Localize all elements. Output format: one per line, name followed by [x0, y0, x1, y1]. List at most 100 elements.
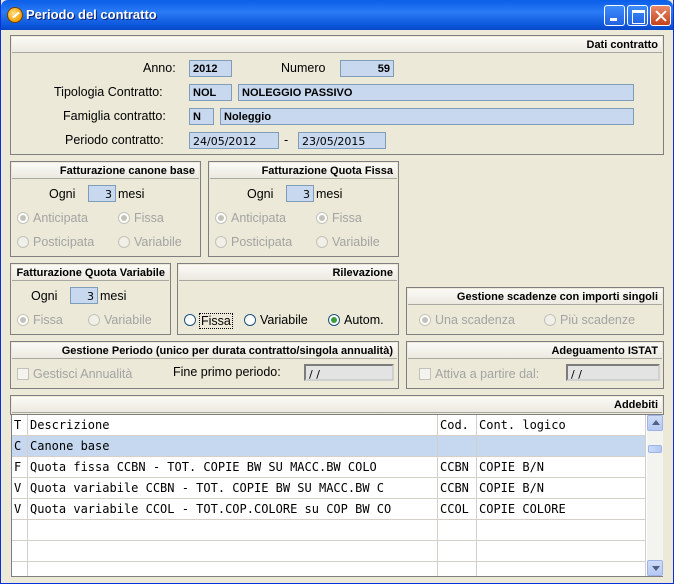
- row-desc-cell: [28, 562, 438, 576]
- una-scadenza-label: Una scadenza: [435, 313, 515, 327]
- periodo-label: Periodo contratto:: [65, 133, 164, 147]
- qf-fissa-radio[interactable]: [316, 212, 328, 224]
- row-t-cell: V: [12, 499, 28, 519]
- qf-fissa-label: Fissa: [332, 211, 362, 225]
- periodo-separator: -: [284, 133, 289, 147]
- canone-variabile-label: Variabile: [134, 235, 182, 249]
- famiglia-desc-field[interactable]: Noleggio: [220, 108, 634, 125]
- qv-variabile-radio[interactable]: [88, 314, 100, 326]
- canone-fissa-radio[interactable]: [118, 212, 130, 224]
- table-row[interactable]: V Quota variabile CCOL - TOT.COP.COLORE …: [12, 499, 646, 520]
- una-scadenza-radio[interactable]: [419, 314, 431, 326]
- scroll-thumb[interactable]: [648, 445, 662, 453]
- table-row-empty[interactable]: [12, 541, 646, 562]
- tipologia-desc-field[interactable]: NOLEGGIO PASSIVO: [238, 84, 634, 101]
- row-cod-cell: [438, 541, 477, 561]
- canone-anticipata-radio[interactable]: [17, 212, 29, 224]
- qv-ogni-label: Ogni: [31, 289, 58, 303]
- contract-period-window: Periodo del contratto Dati contratto Ann…: [0, 0, 674, 584]
- canone-fissa-label: Fissa: [134, 211, 164, 225]
- table-row[interactable]: F Quota fissa CCBN - TOT. COPIE BW SU MA…: [12, 457, 646, 478]
- gestisci-annualita-label: Gestisci Annualità: [33, 367, 133, 381]
- quota-variabile-panel: Fatturazione Quota Variabile Ogni 3 mesi…: [10, 263, 171, 335]
- rilevazione-autom-radio[interactable]: [328, 314, 340, 326]
- numero-label: Numero: [281, 61, 326, 75]
- rilevazione-variabile-label: Variabile: [260, 313, 308, 327]
- rilevazione-variabile-radio[interactable]: [244, 314, 256, 326]
- attiva-istat-checkbox[interactable]: [419, 368, 431, 380]
- istat-date-field[interactable]: / /: [566, 364, 660, 381]
- canone-variabile-radio[interactable]: [118, 236, 130, 248]
- row-cont-cell: [477, 562, 646, 576]
- contract-data-panel: Dati contratto Anno: 2012 Numero 59 Tipo…: [10, 35, 664, 155]
- istat-panel: Adeguamento ISTAT Attiva a partire dal: …: [406, 341, 664, 389]
- fine-primo-periodo-field[interactable]: / /: [304, 364, 394, 381]
- maximize-button[interactable]: [627, 5, 648, 26]
- piu-scadenze-label: Più scadenze: [560, 313, 636, 327]
- rilevazione-fissa-label: Fissa: [199, 313, 233, 329]
- scroll-up-arrow-icon[interactable]: [647, 415, 663, 431]
- addebiti-grid[interactable]: T Descrizione Cod. Cont. logico C Canone…: [11, 414, 663, 577]
- quota-fissa-header: Fatturazione Quota Fissa: [210, 163, 397, 179]
- window-title: Periodo del contratto: [26, 7, 157, 22]
- row-cont-cell: COPIE B/N: [477, 457, 646, 477]
- addebiti-header: Addebiti: [12, 397, 662, 413]
- row-desc-cell: Canone base: [28, 436, 438, 456]
- vertical-scrollbar[interactable]: [647, 415, 663, 576]
- qf-ogni-field[interactable]: 3: [286, 185, 314, 202]
- col-header-t[interactable]: T: [12, 415, 28, 435]
- tipologia-code-field[interactable]: NOL: [189, 84, 232, 101]
- grid-header-row: T Descrizione Cod. Cont. logico: [12, 415, 646, 436]
- istat-header: Adeguamento ISTAT: [408, 343, 662, 359]
- row-cod-cell: [438, 562, 477, 576]
- rilevazione-autom-label: Autom.: [344, 313, 384, 327]
- scroll-down-arrow-icon[interactable]: [647, 560, 663, 576]
- canone-ogni-field[interactable]: 3: [88, 185, 116, 202]
- table-row[interactable]: V Quota variabile CCBN - TOT. COPIE BW S…: [12, 478, 646, 499]
- famiglia-code-field[interactable]: N: [189, 108, 214, 125]
- title-bar[interactable]: Periodo del contratto: [1, 0, 673, 30]
- col-header-descrizione[interactable]: Descrizione: [28, 415, 438, 435]
- canone-base-header: Fatturazione canone base: [12, 163, 199, 179]
- gestione-periodo-header: Gestione Periodo (unico per durata contr…: [12, 343, 397, 359]
- scadenze-panel: Gestione scadenze con importi singoli Un…: [406, 287, 664, 335]
- qf-anticipata-radio[interactable]: [215, 212, 227, 224]
- qf-posticipata-label: Posticipata: [231, 235, 293, 249]
- contract-data-header: Dati contratto: [12, 37, 662, 53]
- canone-base-panel: Fatturazione canone base Ogni 3 mesi Ant…: [10, 161, 201, 257]
- periodo-from-field[interactable]: 24/05/2012: [189, 132, 279, 149]
- col-header-cont-logico[interactable]: Cont. logico: [477, 415, 646, 435]
- numero-field[interactable]: 59: [340, 60, 394, 77]
- qf-variabile-label: Variabile: [332, 235, 380, 249]
- attiva-istat-label: Attiva a partire dal:: [435, 367, 540, 381]
- anno-field[interactable]: 2012: [189, 60, 232, 77]
- canone-posticipata-radio[interactable]: [17, 236, 29, 248]
- row-t-cell: F: [12, 457, 28, 477]
- row-cod-cell: CCBN: [438, 478, 477, 498]
- rilevazione-fissa-radio[interactable]: [184, 314, 196, 326]
- canone-ogni-label: Ogni: [49, 187, 76, 201]
- qv-ogni-field[interactable]: 3: [70, 287, 98, 304]
- row-t-cell: [12, 520, 28, 540]
- scadenze-header: Gestione scadenze con importi singoli: [408, 289, 662, 305]
- qf-variabile-radio[interactable]: [316, 236, 328, 248]
- app-icon: [7, 7, 23, 23]
- addebiti-panel: Addebiti: [10, 395, 664, 415]
- row-desc-cell: [28, 541, 438, 561]
- periodo-to-field[interactable]: 23/05/2015: [298, 132, 386, 149]
- qf-posticipata-radio[interactable]: [215, 236, 227, 248]
- minimize-button[interactable]: [604, 5, 625, 26]
- table-row[interactable]: C Canone base: [12, 436, 646, 457]
- anno-label: Anno:: [143, 61, 176, 75]
- qv-fissa-radio[interactable]: [17, 314, 29, 326]
- table-row-empty[interactable]: [12, 520, 646, 541]
- qv-mesi-label: mesi: [100, 289, 127, 303]
- qf-ogni-label: Ogni: [247, 187, 274, 201]
- qv-fissa-label: Fissa: [33, 313, 63, 327]
- col-header-cod[interactable]: Cod.: [438, 415, 477, 435]
- piu-scadenze-radio[interactable]: [544, 314, 556, 326]
- table-row-empty[interactable]: [12, 562, 646, 576]
- row-cont-cell: COPIE COLORE: [477, 499, 646, 519]
- close-button[interactable]: [650, 5, 671, 26]
- gestisci-annualita-checkbox[interactable]: [17, 368, 29, 380]
